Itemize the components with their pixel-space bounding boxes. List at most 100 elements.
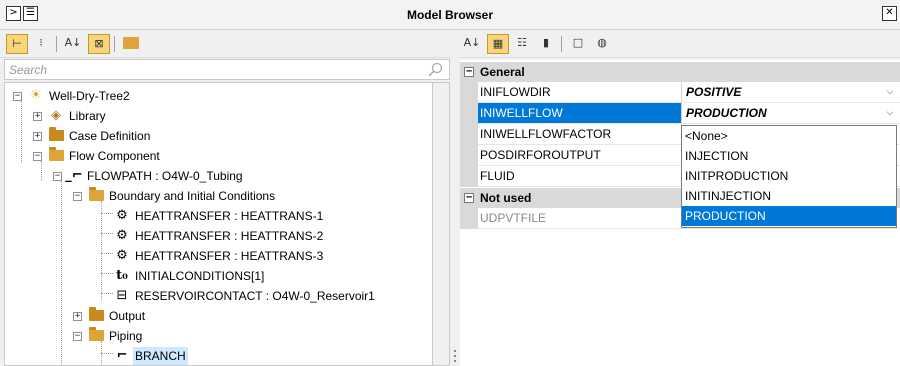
property-name: FLUID — [460, 166, 682, 187]
property-name: INIWELLFLOWFACTOR — [460, 124, 682, 145]
search-input[interactable]: Search — [4, 59, 450, 80]
sort-az-icon[interactable]: A↓ — [62, 34, 84, 54]
flowpath-icon: _⌐ — [65, 168, 83, 183]
toolbar-divider — [114, 36, 115, 52]
dropdown-option[interactable]: INITINJECTION — [682, 186, 896, 206]
tree-connector — [21, 101, 22, 163]
dropdown-option-selected[interactable]: PRODUCTION — [682, 206, 896, 226]
tree-node-label: BRANCH — [133, 347, 188, 365]
tree-connector — [101, 273, 113, 274]
row-gutter — [460, 103, 478, 124]
model-tree[interactable]: − ☀ Well-Dry-Tree2 + ◈ Library + Case De… — [4, 82, 432, 366]
collapse-toggle[interactable]: − — [464, 193, 474, 203]
property-row[interactable]: INIFLOWDIR POSITIVE ⌵ — [460, 82, 900, 103]
details-icon[interactable]: ▮ — [535, 34, 557, 54]
filter-icon[interactable]: ⊠ — [88, 34, 110, 54]
row-gutter — [460, 145, 478, 166]
property-value-text: POSITIVE — [686, 85, 742, 99]
open-folder-icon — [89, 187, 104, 201]
tree-node-label: Well-Dry-Tree2 — [49, 89, 130, 103]
tree-node-label: Library — [69, 109, 106, 123]
folder-icon — [89, 307, 104, 321]
heattransfer-icon: ⚙ — [116, 228, 128, 243]
property-toolbar: A↓ ▦ ☷ ▮ □ ◍ — [459, 30, 900, 58]
branch-icon: ⌐ — [116, 348, 128, 363]
well-folder-icon: ☀ — [30, 88, 42, 103]
collapse-toggle[interactable]: − — [53, 172, 62, 181]
tree-node-label: INITIALCONDITIONS[1] — [135, 269, 265, 283]
tree-node-label: Case Definition — [69, 129, 151, 143]
folder-icon[interactable] — [120, 34, 142, 54]
search-icon[interactable] — [427, 62, 443, 78]
row-gutter — [460, 208, 478, 229]
reservoir-contact-icon: ⊟ — [116, 288, 128, 303]
property-row-selected[interactable]: INIWELLFLOW PRODUCTION ⌵ — [460, 103, 900, 124]
blank-icon[interactable]: □ — [567, 34, 589, 54]
collapse-toggle[interactable]: − — [33, 152, 42, 161]
property-name: UDPVTFILE — [460, 208, 682, 229]
dropdown-option[interactable]: INJECTION — [682, 146, 896, 166]
list-icon[interactable]: ☷ — [511, 34, 533, 54]
tree-connector — [101, 353, 113, 354]
chevron-down-icon[interactable]: ⌵ — [882, 105, 898, 121]
tree-connector — [41, 161, 42, 181]
tree-node-label: Output — [109, 309, 146, 323]
splitter-grip — [454, 355, 456, 357]
tree-connector — [101, 213, 113, 214]
initial-conditions-icon: t₀ — [116, 268, 128, 283]
chevron-down-icon[interactable]: ⌵ — [882, 84, 898, 100]
dropdown-option[interactable]: INITPRODUCTION — [682, 166, 896, 186]
row-gutter — [460, 82, 478, 103]
tree-view-icon[interactable]: ⊢ — [6, 34, 28, 54]
expand-toggle[interactable]: + — [33, 112, 42, 121]
expand-toggle[interactable]: + — [33, 132, 42, 141]
property-name: POSDIRFOROUTPUT — [460, 145, 682, 166]
collapse-toggle[interactable]: − — [464, 67, 474, 77]
category-label: Not used — [480, 191, 532, 205]
property-value-text: PRODUCTION — [686, 106, 767, 120]
collapse-toggle[interactable]: − — [73, 332, 82, 341]
tree-connector — [61, 181, 62, 365]
sort-az-icon[interactable]: A↓ — [461, 34, 483, 54]
panel-splitter[interactable] — [451, 30, 459, 366]
open-folder-icon — [89, 327, 104, 341]
tree-node-label: Flow Component — [69, 149, 160, 163]
close-icon[interactable]: ✕ — [882, 6, 897, 21]
row-gutter — [460, 124, 478, 145]
folder-icon — [49, 127, 64, 141]
tree-scrollbar[interactable] — [432, 82, 450, 366]
row-gutter — [460, 166, 478, 187]
title-bar: > ☰ Model Browser ✕ — [0, 0, 900, 30]
search-placeholder: Search — [9, 63, 48, 77]
heattransfer-icon: ⚙ — [116, 208, 128, 223]
value-dropdown[interactable]: <None> INJECTION INITPRODUCTION INITINJE… — [681, 125, 897, 228]
tree-connector — [101, 293, 113, 294]
tree-connector — [101, 253, 113, 254]
tree-node-label: RESERVOIRCONTACT : O4W-0_Reservoir1 — [135, 289, 375, 303]
dropdown-option[interactable]: <None> — [682, 126, 896, 146]
property-value[interactable]: PRODUCTION ⌵ — [682, 103, 900, 124]
open-folder-icon — [49, 147, 64, 161]
expand-toggle[interactable]: + — [73, 312, 82, 321]
window-title: Model Browser — [406, 8, 493, 22]
toolbar-divider — [56, 36, 57, 52]
tree-connector — [101, 201, 102, 301]
tree-toolbar: ⊢ ⁝ A↓ ⊠ — [0, 30, 451, 58]
globe-icon[interactable]: ◍ — [591, 34, 613, 54]
tree-node-label: HEATTRANSFER : HEATTRANS-2 — [135, 229, 324, 243]
tree-node-label: FLOWPATH : O4W-0_Tubing — [87, 169, 243, 183]
splitter-grip — [454, 360, 456, 362]
collapse-toggle[interactable]: − — [13, 92, 22, 101]
tree-node-label: HEATTRANSFER : HEATTRANS-1 — [135, 209, 324, 223]
category-label: General — [480, 65, 525, 79]
collapse-toggle[interactable]: − — [73, 192, 82, 201]
library-icon: ◈ — [51, 108, 61, 123]
categorized-icon[interactable]: ▦ — [487, 34, 509, 54]
heattransfer-icon: ⚙ — [116, 248, 128, 263]
category-general[interactable]: − General — [460, 62, 900, 82]
property-value[interactable]: POSITIVE ⌵ — [682, 82, 900, 103]
toolbar-divider — [561, 36, 562, 52]
collapse-icon[interactable]: ⁝ — [30, 34, 52, 54]
tree-node-label: HEATTRANSFER : HEATTRANS-3 — [135, 249, 324, 263]
property-name: INIWELLFLOW — [460, 103, 682, 124]
